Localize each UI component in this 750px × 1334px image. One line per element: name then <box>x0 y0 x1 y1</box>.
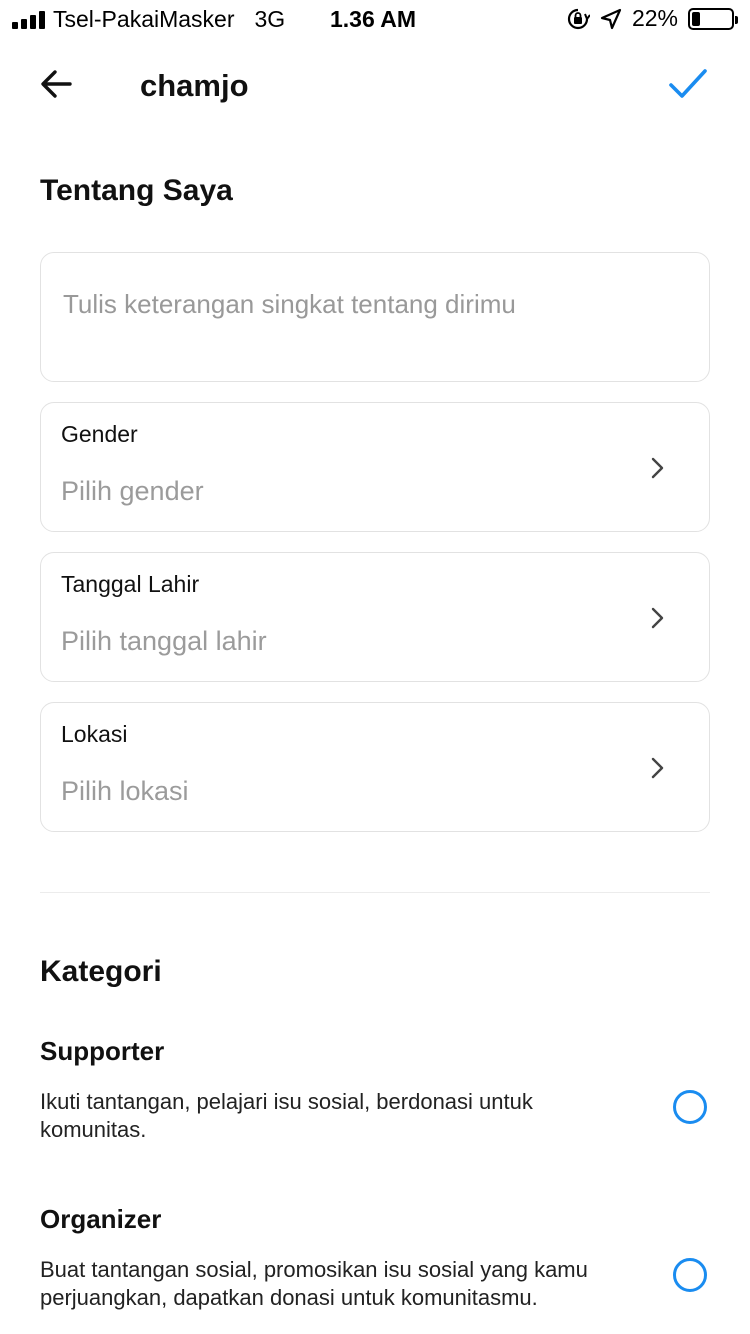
birthdate-placeholder: Pilih tanggal lahir <box>61 626 267 656</box>
category-supporter-radio[interactable] <box>673 1090 707 1124</box>
chevron-right-icon <box>651 457 664 479</box>
network-type: 3G <box>254 6 286 32</box>
category-organizer-description: Buat tantangan sosial, promosikan isu so… <box>40 1257 588 1310</box>
arrow-left-icon <box>41 70 72 98</box>
status-bar: Tsel-PakaiMasker 3G 1.36 AM 22% <box>0 0 750 40</box>
chevron-right-icon <box>651 607 664 629</box>
category-organizer-title: Organizer <box>40 1204 162 1234</box>
carrier-name: Tsel-PakaiMasker <box>53 6 235 32</box>
gender-select[interactable]: Gender Pilih gender <box>40 402 710 532</box>
gender-placeholder: Pilih gender <box>61 476 204 506</box>
about-section-title: Tentang Saya <box>40 174 233 207</box>
birthdate-select[interactable]: Tanggal Lahir Pilih tanggal lahir <box>40 552 710 682</box>
status-time: 1.36 AM <box>330 6 417 32</box>
chevron-right-icon <box>651 757 664 779</box>
birthdate-label: Tanggal Lahir <box>61 571 200 597</box>
orientation-lock-icon <box>567 8 590 29</box>
signal-icon <box>12 10 45 29</box>
category-section-title: Kategori <box>40 955 162 988</box>
battery-percent: 22% <box>631 5 678 31</box>
category-supporter-description: Ikuti tantangan, pelajari isu sosial, be… <box>40 1089 533 1142</box>
location-placeholder: Pilih lokasi <box>61 776 189 806</box>
save-button[interactable] <box>666 64 710 104</box>
gender-label: Gender <box>61 421 138 447</box>
app-header: chamjo <box>0 50 750 120</box>
back-button[interactable] <box>36 64 76 104</box>
category-organizer-radio[interactable] <box>673 1258 707 1292</box>
checkmark-icon <box>669 69 707 98</box>
status-right: 22% <box>566 5 738 32</box>
location-arrow-icon <box>600 8 622 29</box>
category-supporter-title: Supporter <box>40 1036 165 1066</box>
battery-level <box>692 11 701 26</box>
status-left: Tsel-PakaiMasker 3G <box>12 6 285 33</box>
page-title: chamjo <box>140 68 249 103</box>
section-divider <box>40 892 710 893</box>
location-select[interactable]: Lokasi Pilih lokasi <box>40 702 710 832</box>
location-label: Lokasi <box>61 721 128 747</box>
battery-icon <box>688 7 738 30</box>
bio-input[interactable] <box>40 252 710 382</box>
